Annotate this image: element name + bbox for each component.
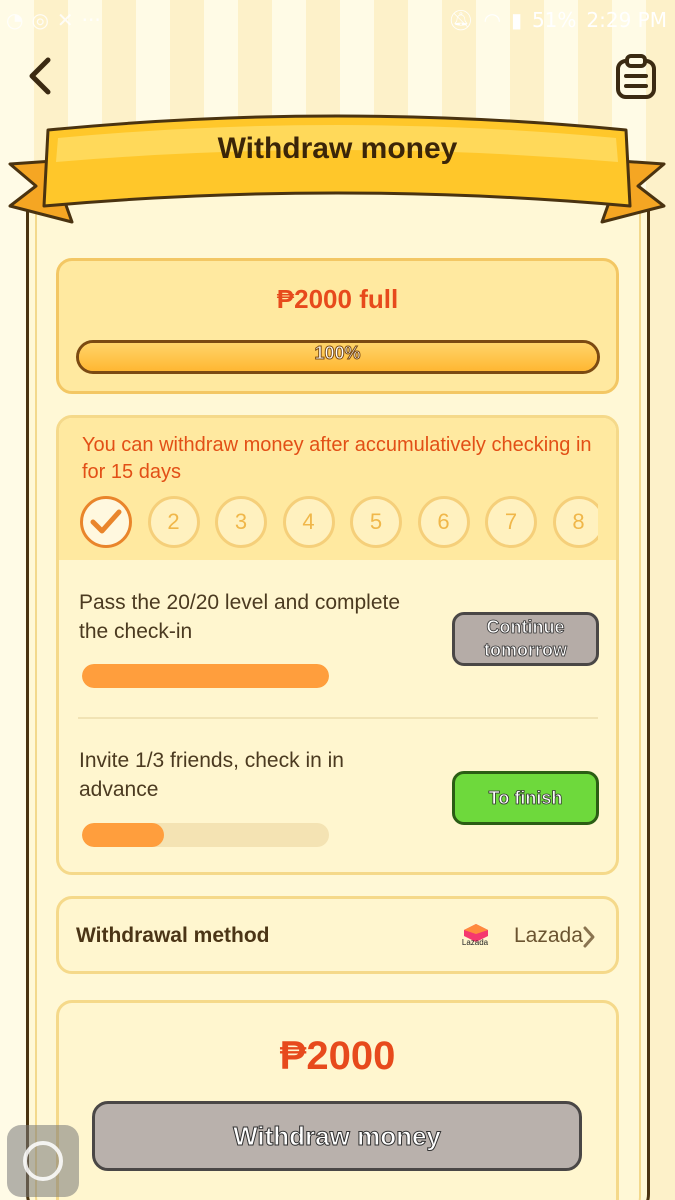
goal-progress-label: 100% xyxy=(314,343,361,364)
checkmark-icon xyxy=(90,509,122,534)
checkin-days: 2345678 xyxy=(78,494,598,550)
task-description: Pass the 20/20 level and complete the ch… xyxy=(79,591,401,643)
back-icon[interactable] xyxy=(18,52,62,100)
notification-icon: ◔ xyxy=(6,8,24,32)
task-progress-bar xyxy=(82,664,329,688)
goal-amount: ₱2000 full xyxy=(276,284,399,314)
task-description: Invite 1/3 friends, check in in advance xyxy=(79,749,344,801)
continue-tomorrow-button[interactable]: Continue tomorrow xyxy=(452,612,599,666)
task-progress-bar xyxy=(82,823,329,847)
day-circle: 4 xyxy=(282,496,335,548)
task-progress-fill xyxy=(82,664,329,688)
ribbon-banner xyxy=(8,114,666,224)
x-icon: ✕ xyxy=(56,8,74,32)
day-circle: 3 xyxy=(215,496,267,548)
lazada-logo-text: Lazada xyxy=(461,938,489,947)
mute-icon: 🔕︎ xyxy=(448,8,474,32)
battery-percent: 51% xyxy=(531,8,577,32)
chevron-right-icon[interactable] xyxy=(580,924,598,950)
page-title: Withdraw money xyxy=(217,132,458,165)
divider xyxy=(78,717,598,719)
clipboard-icon[interactable] xyxy=(613,52,659,100)
to-finish-button[interactable]: To finish xyxy=(452,771,599,825)
day-checked-icon xyxy=(80,496,132,548)
task-progress-fill xyxy=(82,823,165,847)
clock: 2:29 PM xyxy=(586,8,667,32)
day-circle: 6 xyxy=(417,496,470,548)
more-icon: ··· xyxy=(81,8,101,32)
withdraw-amount: ₱2000 xyxy=(279,1034,396,1078)
day-circle: 5 xyxy=(350,496,402,548)
withdraw-button[interactable]: Withdraw money xyxy=(92,1101,582,1171)
system-icons: 🔕︎ ◠ ▮ 51% 2:29 PM xyxy=(448,8,667,32)
signal-icon: ▮ xyxy=(510,8,522,32)
wifi-icon: ◠ xyxy=(483,8,501,32)
status-bar: ◔ ◎ ✕ ··· 🔕︎ ◠ ▮ 51% 2:29 PM xyxy=(0,0,675,40)
instagram-icon: ◎ xyxy=(31,8,49,32)
withdrawal-method-label: Withdrawal method xyxy=(76,924,270,947)
notification-icons: ◔ ◎ ✕ ··· xyxy=(6,8,101,32)
day-circle: 8 xyxy=(552,496,598,548)
assistive-ring-icon xyxy=(23,1141,63,1181)
withdrawal-provider[interactable]: Lazada xyxy=(514,924,583,948)
assistive-touch-button[interactable] xyxy=(7,1125,79,1197)
day-circle: 2 xyxy=(147,496,200,548)
day-circle: 7 xyxy=(485,496,537,548)
checkin-message: You can withdraw money after accumulativ… xyxy=(82,434,592,483)
